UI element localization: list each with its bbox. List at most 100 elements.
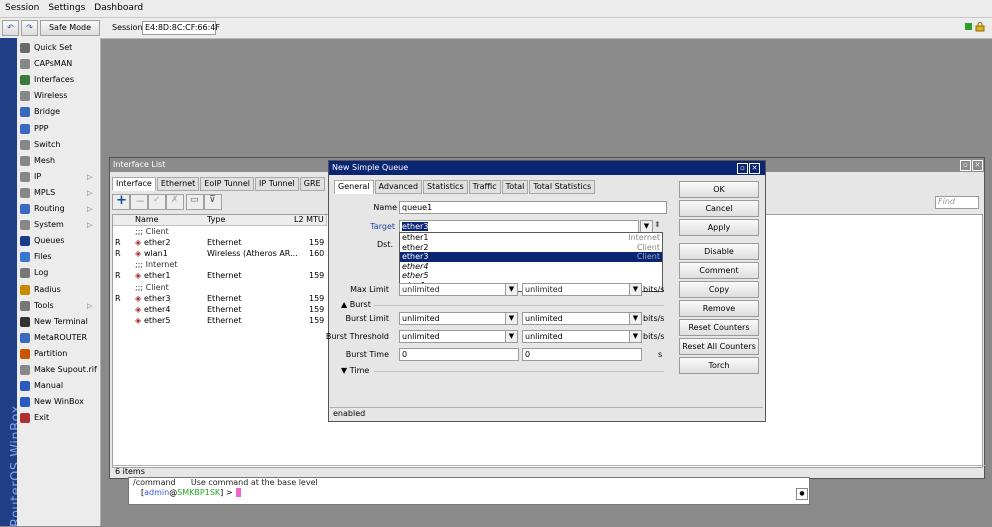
sidebar-item-log[interactable]: Log xyxy=(17,265,100,281)
sidebar-item-routing[interactable]: Routing ▷ xyxy=(17,201,100,217)
burst-limit-download-input[interactable]: unlimited xyxy=(522,312,630,325)
comment-row[interactable]: ;;; Internet xyxy=(113,259,325,270)
close-icon[interactable]: ✕ xyxy=(749,163,760,174)
burst-threshold-upload-dropdown[interactable]: ▼ xyxy=(505,330,518,343)
table-row[interactable]: R ◈ ether1 Ethernet 159 xyxy=(113,270,325,281)
target-option[interactable]: ether2 Client xyxy=(400,243,662,253)
table-header-name[interactable]: Name xyxy=(133,215,206,226)
menu-dashboard[interactable]: Dashboard xyxy=(89,0,147,13)
burst-threshold-upload-input[interactable]: unlimited xyxy=(399,330,509,343)
sidebar-item-tools[interactable]: Tools ▷ xyxy=(17,298,100,314)
tab-total[interactable]: Total xyxy=(501,180,529,194)
sidebar-item-files[interactable]: Files xyxy=(17,249,100,265)
restore-icon[interactable]: ▫ xyxy=(737,163,748,174)
tab-eoip-tunnel[interactable]: EoIP Tunnel xyxy=(200,177,254,191)
target-option[interactable]: ether3 Client xyxy=(400,252,662,262)
tab-general[interactable]: General xyxy=(334,180,374,194)
table-row[interactable]: ◈ ether5 Ethernet 159 xyxy=(113,315,325,326)
sidebar-item-metarouter[interactable]: MetaROUTER xyxy=(17,330,100,346)
torch-button[interactable]: Torch xyxy=(679,357,759,374)
sidebar-item-new-terminal[interactable]: New Terminal xyxy=(17,314,100,330)
restore-icon[interactable]: ▫ xyxy=(960,160,971,171)
tab-interface[interactable]: Interface xyxy=(112,177,156,191)
row-mtu: 159 xyxy=(309,271,325,281)
sidebar-item-mpls[interactable]: MPLS ▷ xyxy=(17,185,100,201)
burst-threshold-download-input[interactable]: unlimited xyxy=(522,330,630,343)
sidebar-item-make-supout-rif[interactable]: Make Supout.rif xyxy=(17,362,100,378)
tab-total-statistics[interactable]: Total Statistics xyxy=(529,180,596,194)
comment-button[interactable]: Comment xyxy=(679,262,759,279)
comment-button[interactable]: ▭ xyxy=(186,194,204,210)
time-section-header[interactable]: ▼ Time xyxy=(341,366,369,375)
sidebar-item-interfaces[interactable]: Interfaces xyxy=(17,72,100,88)
burst-section-header[interactable]: ▲ Burst xyxy=(341,300,371,309)
terminal-window[interactable]: /command Use command at the base level [… xyxy=(128,477,810,505)
table-row[interactable]: R ◈ ether2 Ethernet 159 xyxy=(113,237,325,248)
max-limit-download-dropdown[interactable]: ▼ xyxy=(629,283,642,296)
copy-button[interactable]: Copy xyxy=(679,281,759,298)
target-option[interactable]: ether4 xyxy=(400,262,662,272)
burst-limit-upload-input[interactable]: unlimited xyxy=(399,312,509,325)
table-row[interactable]: ◈ ether4 Ethernet 159 xyxy=(113,304,325,315)
tab-statistics[interactable]: Statistics xyxy=(423,180,468,194)
table-header-l2mtu[interactable]: L2 MTU xyxy=(292,215,327,226)
sidebar-item-mesh[interactable]: Mesh xyxy=(17,153,100,169)
redo-button[interactable]: ↷ xyxy=(21,20,38,36)
sidebar-item-partition[interactable]: Partition xyxy=(17,346,100,362)
sidebar-item-quick-set[interactable]: Quick Set xyxy=(17,40,100,56)
enable-button[interactable]: ✓ xyxy=(148,194,166,210)
burst-limit-download-dropdown[interactable]: ▼ xyxy=(629,312,642,325)
sidebar-item-new-winbox[interactable]: New WinBox xyxy=(17,394,100,410)
ok-button[interactable]: OK xyxy=(679,181,759,198)
target-option[interactable]: ether5 xyxy=(400,271,662,281)
burst-time-download-input[interactable]: 0 xyxy=(522,348,642,361)
sidebar-item-switch[interactable]: Switch xyxy=(17,137,100,153)
sidebar-item-ppp[interactable]: PPP xyxy=(17,121,100,137)
sidebar-item-ip[interactable]: IP ▷ xyxy=(17,169,100,185)
burst-threshold-download-dropdown[interactable]: ▼ xyxy=(629,330,642,343)
burst-limit-upload-dropdown[interactable]: ▼ xyxy=(505,312,518,325)
reset-counters-button[interactable]: Reset Counters xyxy=(679,319,759,336)
menu-session[interactable]: Session xyxy=(0,0,43,13)
add-button[interactable]: + xyxy=(112,193,130,210)
table-row[interactable]: R ◈ ether3 Ethernet 159 xyxy=(113,293,325,304)
tab-ethernet[interactable]: Ethernet xyxy=(156,177,200,191)
tab-gre[interactable]: GRE xyxy=(299,177,325,191)
remove-button[interactable]: Remove xyxy=(679,300,759,317)
max-limit-download-input[interactable]: unlimited xyxy=(522,283,634,296)
sidebar-item-bridge[interactable]: Bridge xyxy=(17,104,100,120)
apply-button[interactable]: Apply xyxy=(679,219,759,236)
sidebar-item-queues[interactable]: Queues xyxy=(17,233,100,249)
cancel-button[interactable]: Cancel xyxy=(679,200,759,217)
sidebar-item-capsman[interactable]: CAPsMAN xyxy=(17,56,100,72)
table-header-type[interactable]: Type xyxy=(205,215,293,226)
name-input[interactable]: queue1 xyxy=(399,201,667,214)
remove-button[interactable]: − xyxy=(130,194,148,210)
sidebar-item-manual[interactable]: Manual xyxy=(17,378,100,394)
find-input[interactable]: Find xyxy=(935,196,979,209)
max-limit-upload-dropdown[interactable]: ▼ xyxy=(505,283,518,296)
max-limit-upload-input[interactable]: unlimited xyxy=(399,283,513,296)
comment-row[interactable]: ;;; Client xyxy=(113,282,325,293)
sidebar-item-exit[interactable]: Exit xyxy=(17,410,100,426)
menu-settings[interactable]: Settings xyxy=(43,0,89,13)
safe-mode-button[interactable]: Safe Mode xyxy=(40,20,100,36)
sidebar-item-radius[interactable]: Radius xyxy=(17,282,100,298)
close-icon[interactable]: ✕ xyxy=(972,160,983,171)
tab-advanced[interactable]: Advanced xyxy=(374,180,423,194)
disable-button[interactable]: ✗ xyxy=(166,194,184,210)
undo-button[interactable]: ↶ xyxy=(2,20,19,36)
burst-time-upload-input[interactable]: 0 xyxy=(399,348,519,361)
disable-button[interactable]: Disable xyxy=(679,243,759,260)
comment-row[interactable]: ;;; Client xyxy=(113,226,325,237)
target-updown-icon[interactable]: ⬍ xyxy=(654,220,661,229)
tab-ip-tunnel[interactable]: IP Tunnel xyxy=(255,177,299,191)
target-option[interactable]: ether1 Internet xyxy=(400,233,662,243)
sidebar-item-wireless[interactable]: Wireless xyxy=(17,88,100,104)
table-row[interactable]: R ◈ wlan1 Wireless (Atheros AR... 160 xyxy=(113,248,325,259)
sidebar-item-system[interactable]: System ▷ xyxy=(17,217,100,233)
reset-all-counters-button[interactable]: Reset All Counters xyxy=(679,338,759,355)
terminal-scroll-icon[interactable]: ● xyxy=(796,488,808,500)
filter-button[interactable]: ⊽ xyxy=(204,194,222,210)
tab-traffic[interactable]: Traffic xyxy=(468,180,501,194)
